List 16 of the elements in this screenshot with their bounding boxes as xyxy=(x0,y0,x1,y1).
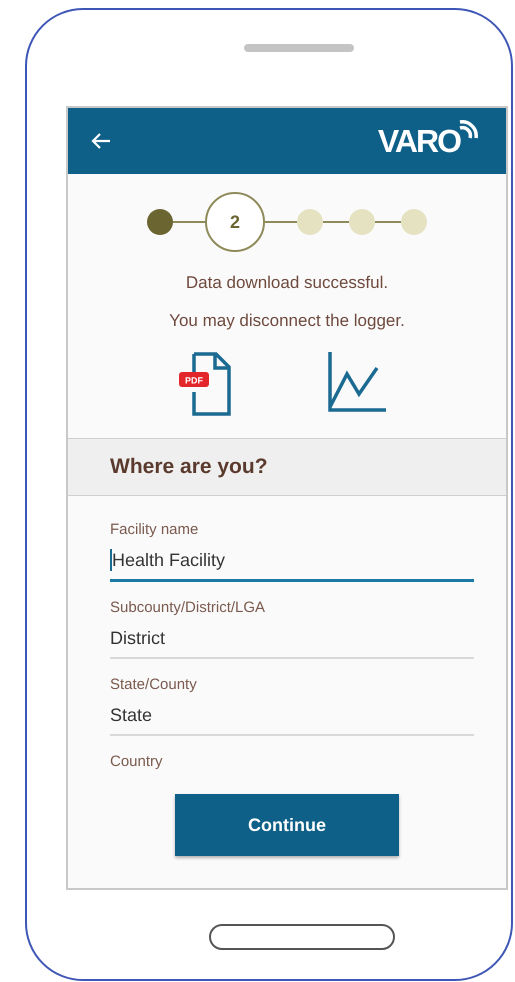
current-step: 2 xyxy=(205,192,265,252)
line-chart-icon[interactable] xyxy=(327,352,387,412)
input-field[interactable]: State xyxy=(110,695,474,736)
status-message: Data download successful. xyxy=(184,272,390,294)
field-label: Facility name xyxy=(110,520,200,540)
status-message: You may disconnect the logger. xyxy=(168,310,406,332)
back-arrow-icon[interactable] xyxy=(90,132,112,150)
input-field[interactable]: Health Facility xyxy=(110,540,474,582)
field-label: State/County xyxy=(110,675,198,695)
continue-button[interactable]: Continue xyxy=(175,794,399,856)
field-label: Country xyxy=(110,752,164,772)
field-label: Subcounty/District/LGA xyxy=(110,598,266,618)
logo-text: VARO xyxy=(378,122,460,160)
home-button[interactable] xyxy=(209,924,395,950)
input-field[interactable]: District xyxy=(110,618,474,659)
section-title: Where are you? xyxy=(110,455,268,479)
